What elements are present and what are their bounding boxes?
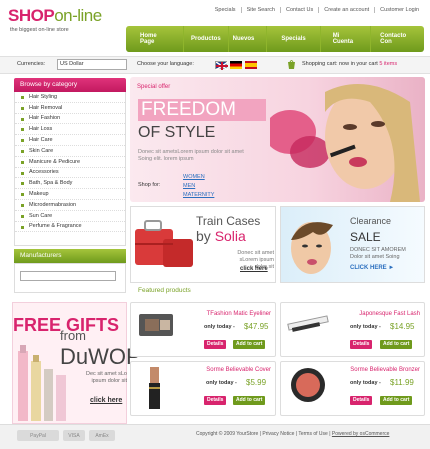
model-photo <box>264 82 425 202</box>
footer-copyright: Copyright © 2009 YourStore | Privacy Not… <box>196 431 390 437</box>
toplink-login[interactable]: Customer Login <box>374 7 424 13</box>
powered-by-link[interactable]: Powered by osCommerce <box>332 431 390 437</box>
free-gifts-desc: Dec sit amet sLo ipsum dolor sit <box>86 371 127 384</box>
main-nav: Home Page Productos Nuevos Specials Mi C… <box>126 26 424 52</box>
product-name[interactable]: Sorme Believable Bronzer <box>320 367 420 373</box>
details-button[interactable]: Details <box>204 396 227 405</box>
language-label: Choose your language: <box>137 61 194 67</box>
train-cases-brand: by Solia <box>196 228 246 244</box>
product-price: $11.99 <box>390 378 414 387</box>
toplink-specials[interactable]: Specials <box>210 7 241 13</box>
train-case-image <box>133 213 195 273</box>
category-item[interactable]: Skin Care <box>15 146 125 157</box>
category-item[interactable]: Hair Removal <box>15 103 125 114</box>
nav-contacto[interactable]: Contacto Con <box>371 26 424 52</box>
visa-logo: VISA <box>63 430 85 441</box>
details-button[interactable]: Details <box>350 340 373 349</box>
nav-home[interactable]: Home Page <box>126 26 184 52</box>
details-button[interactable]: Details <box>350 396 373 405</box>
add-to-cart-button[interactable]: Add to cart <box>233 340 266 349</box>
nav-mi-cuenta[interactable]: Mi Cuenta <box>321 26 372 52</box>
toplink-site-search[interactable]: Site Search <box>240 7 280 13</box>
special-headline-2: OF STYLE <box>138 124 216 141</box>
nav-nuevos[interactable]: Nuevos <box>229 26 268 52</box>
train-cases-title: Train Cases <box>196 214 261 228</box>
category-item[interactable]: Hair Loss <box>15 124 125 136</box>
add-to-cart-button[interactable]: Add to cart <box>380 396 413 405</box>
category-item[interactable]: Manicure & Pedicure <box>15 157 125 168</box>
nav-specials[interactable]: Specials <box>267 26 321 52</box>
product-price: $5.99 <box>246 378 267 387</box>
cart-icon <box>287 59 296 70</box>
featured-heading: Featured products <box>138 287 191 294</box>
category-item[interactable]: Accessories <box>15 168 125 179</box>
product-today-label: only today - <box>204 324 235 330</box>
free-gifts-link[interactable]: click here <box>90 397 122 404</box>
store-logo[interactable]: SHOPon-line <box>8 6 102 26</box>
currency-label: Currencies: <box>17 61 46 67</box>
flag-uk-icon[interactable] <box>215 61 229 71</box>
link-maternity[interactable]: MATERNITY <box>183 192 214 198</box>
flag-germany-icon[interactable] <box>230 61 242 69</box>
clearance-link[interactable]: CLICK HERE ► <box>350 265 394 271</box>
special-offer-label: Special offer <box>137 84 171 90</box>
shop-for-label: Shop for: <box>138 182 161 188</box>
cart-count: 5 items <box>379 61 398 67</box>
category-item[interactable]: Microdermabrasion <box>15 200 125 211</box>
clearance-model-photo <box>283 210 345 280</box>
free-gifts-from: from <box>60 328 86 343</box>
add-to-cart-button[interactable]: Add to cart <box>233 396 266 405</box>
toplink-create-account[interactable]: Create an account <box>318 7 374 13</box>
product-price: $14.95 <box>390 322 415 331</box>
category-heading: Browse by category <box>14 78 126 92</box>
clearance-sale: SALE <box>350 230 381 244</box>
manufacturers-select[interactable] <box>20 271 116 281</box>
category-list: Hair Styling Hair Removal Hair Fashion Hair… <box>14 92 126 246</box>
clearance-title: Clearance <box>350 216 392 226</box>
product-today-label: only today - <box>206 380 237 386</box>
category-item[interactable]: Makeup <box>15 189 125 200</box>
category-item[interactable]: Bath, Spa & Body <box>15 178 125 190</box>
clearance-desc: DONEC SIT AMOREM Dolor sit amet Soing <box>350 247 406 260</box>
flag-spain-icon[interactable] <box>245 61 257 69</box>
category-item[interactable]: Perfume & Fragrance <box>15 222 125 233</box>
train-cases-link[interactable]: click here <box>240 266 268 272</box>
product-today-label: only today - <box>350 380 381 386</box>
special-description: Donec sit ametsLorem ipsum dolor sit ame… <box>138 149 244 162</box>
currency-select[interactable]: US Dollar <box>57 59 127 70</box>
add-to-cart-button[interactable]: Add to cart <box>380 340 413 349</box>
manufacturers-heading: Manufacturers <box>14 249 126 263</box>
product-name[interactable]: TFashion Matic Eyeliner <box>171 311 271 317</box>
lipstick-product-image <box>145 365 165 411</box>
special-headline-1: FREEDOM <box>138 99 266 121</box>
toplink-contact[interactable]: Contact Us <box>280 7 318 13</box>
cart-status[interactable]: Shopping cart: now in your cart 5 items <box>302 61 397 67</box>
product-name[interactable]: Japonesque Fast Lash <box>320 311 420 317</box>
category-item[interactable]: Hair Fashion <box>15 114 125 125</box>
category-item[interactable]: Hair Care <box>15 135 125 146</box>
amex-logo: AmEx <box>89 430 115 441</box>
product-today-label: only today - <box>350 324 381 330</box>
category-item[interactable]: Sun Care <box>15 211 125 222</box>
nav-productos[interactable]: Productos <box>184 26 229 52</box>
top-links: Specials Site Search Contact Us Create a… <box>210 7 424 13</box>
product-name[interactable]: Sorme Believable Cover <box>171 367 271 373</box>
product-price: $47.95 <box>244 322 269 331</box>
tagline: the biggest on-line store <box>10 27 69 33</box>
link-women[interactable]: WOMEN <box>183 174 205 180</box>
paypal-logo: PayPal <box>17 430 59 441</box>
details-button[interactable]: Details <box>204 340 227 349</box>
lipgloss-products-image <box>14 343 76 423</box>
link-men[interactable]: MEN <box>183 183 195 189</box>
category-item[interactable]: Hair Styling <box>15 92 125 103</box>
